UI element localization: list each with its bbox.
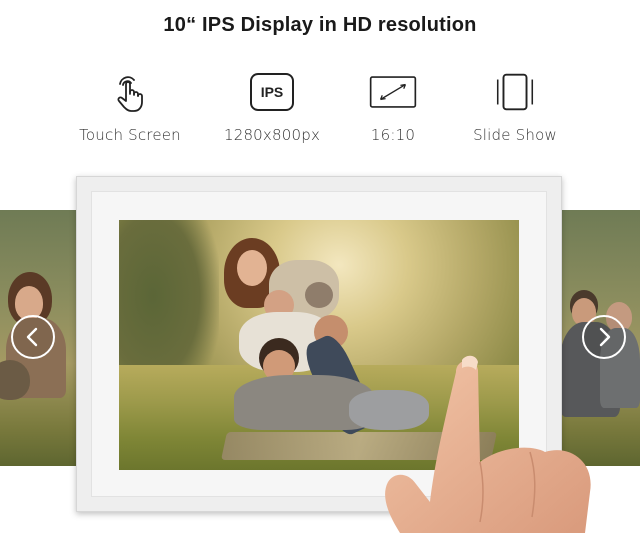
aspect-ratio-icon <box>369 70 417 114</box>
touch-hand-icon <box>106 70 154 114</box>
headline: 10“ IPS Display in HD resolution <box>163 14 477 36</box>
pointing-hand-illustration <box>385 355 591 533</box>
feature-touch-screen: Touch Screen <box>65 70 195 144</box>
chevron-right-icon <box>599 327 611 347</box>
feature-label: Slide Show <box>473 126 557 144</box>
previous-slide-button[interactable] <box>11 315 55 359</box>
feature-list: Touch Screen IPS 1280x800px 16:10 Slide … <box>0 70 640 150</box>
ips-badge-icon: IPS <box>248 70 296 114</box>
slide-show-icon <box>491 70 539 114</box>
feature-label: 1280x800px <box>223 126 321 144</box>
feature-slide-show: Slide Show <box>450 70 580 144</box>
chevron-left-icon <box>26 327 38 347</box>
feature-label: Touch Screen <box>79 126 181 144</box>
feature-aspect-ratio: 16:10 <box>328 70 458 144</box>
feature-label: 16:10 <box>370 126 416 144</box>
ips-badge-text: IPS <box>261 84 284 100</box>
feature-resolution: IPS 1280x800px <box>207 70 337 144</box>
